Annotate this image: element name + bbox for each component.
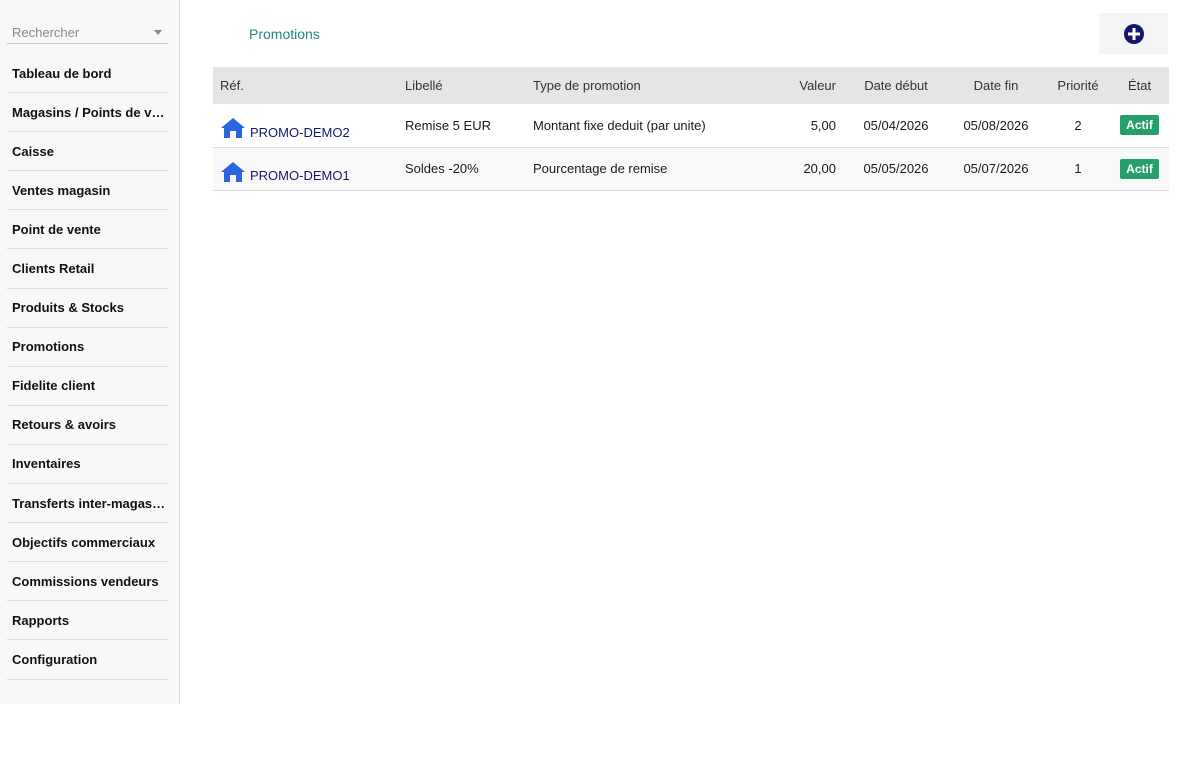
table-row[interactable]: PROMO-DEMO2 Remise 5 EUR Montant fixe de… <box>213 104 1169 147</box>
search-box[interactable] <box>7 20 168 44</box>
priorite-cell: 1 <box>1074 161 1082 176</box>
sidebar-item-produits-stocks[interactable]: Produits & Stocks <box>7 289 168 328</box>
sidebar-item-tableau-de-bord[interactable]: Tableau de bord <box>7 54 168 94</box>
sidebar-item-label: Clients Retail <box>12 261 95 277</box>
ref-cell: PROMO-DEMO2 <box>213 104 398 147</box>
sidebar-item-label: Ventes magasin <box>12 182 111 198</box>
chevron-down-icon[interactable] <box>154 30 162 35</box>
sidebar-item-ventes-magasin[interactable]: Ventes magasin <box>7 171 168 211</box>
sidebar-item-label: Rapports <box>12 612 70 628</box>
date-debut-cell: 05/04/2026 <box>863 117 929 133</box>
sidebar-item-inventaires[interactable]: Inventaires <box>7 445 168 485</box>
sidebar-menu: Tableau de bord Magasins / Points de ven… <box>7 54 168 680</box>
sidebar-item-clients-retail[interactable]: Clients Retail <box>7 249 168 289</box>
column-header-etat[interactable]: État <box>1110 67 1169 104</box>
sidebar-item-label: Configuration <box>12 651 98 667</box>
column-header-date-debut[interactable]: Date début <box>846 67 946 104</box>
ref-link[interactable]: PROMO-DEMO1 <box>250 160 350 183</box>
date-fin-cell: 05/07/2026 <box>963 161 1029 176</box>
type-cell: Pourcentage de remise <box>533 161 668 176</box>
sidebar: Tableau de bord Magasins / Points de ven… <box>0 0 180 704</box>
promotions-table: Réf. Libellé Type de promotion Valeur Da… <box>213 67 1169 191</box>
sidebar-item-label: Transferts inter-magasins <box>12 495 167 511</box>
column-header-libelle[interactable]: Libellé <box>398 67 526 104</box>
sidebar-item-label: Produits & Stocks <box>12 300 124 316</box>
sidebar-item-objectifs[interactable]: Objectifs commerciaux <box>7 523 168 563</box>
sidebar-item-label: Commissions vendeurs <box>12 573 159 589</box>
sidebar-item-promotions[interactable]: Promotions <box>7 328 168 367</box>
ref-link[interactable]: PROMO-DEMO2 <box>250 117 350 140</box>
sidebar-item-magasins[interactable]: Magasins / Points de vente <box>7 93 168 133</box>
date-debut-cell: 05/05/2026 <box>863 161 929 176</box>
sidebar-item-label: Promotions <box>12 339 85 355</box>
house-icon <box>221 118 245 139</box>
sidebar-item-configuration[interactable]: Configuration <box>7 640 168 680</box>
sidebar-item-label: Point de vente <box>12 221 101 237</box>
etat-cell: Actif <box>1110 104 1169 147</box>
valeur-cell: 5,00 <box>810 117 836 133</box>
column-header-date-fin[interactable]: Date fin <box>946 67 1046 104</box>
sidebar-item-rapports[interactable]: Rapports <box>7 601 168 641</box>
search-input[interactable] <box>12 23 147 41</box>
sidebar-item-label: Objectifs commerciaux <box>12 534 156 550</box>
column-header-ref[interactable]: Réf. <box>213 67 398 104</box>
priorite-cell: 2 <box>1074 117 1082 133</box>
column-header-type[interactable]: Type de promotion <box>526 67 736 104</box>
ref-cell: PROMO-DEMO1 <box>213 147 398 190</box>
sidebar-item-retours-avoirs[interactable]: Retours & avoirs <box>7 406 168 445</box>
sidebar-item-label: Fidelite client <box>12 378 96 394</box>
add-promotion-button[interactable] <box>1099 13 1168 54</box>
sidebar-item-point-de-vente[interactable]: Point de vente <box>7 210 168 250</box>
sidebar-item-label: Inventaires <box>12 456 81 472</box>
etat-cell: Actif <box>1110 147 1169 190</box>
sidebar-item-fidelite-client[interactable]: Fidelite client <box>7 367 168 406</box>
sidebar-item-transferts[interactable]: Transferts inter-magasins <box>7 484 168 524</box>
sidebar-item-commissions[interactable]: Commissions vendeurs <box>7 562 168 602</box>
sidebar-item-caisse[interactable]: Caisse <box>7 132 168 172</box>
sidebar-item-label: Tableau de bord <box>12 65 112 81</box>
sidebar-item-label: Retours & avoirs <box>12 417 117 433</box>
plus-circle-icon <box>1123 23 1144 44</box>
libelle-cell: Remise 5 EUR <box>405 117 491 133</box>
house-icon <box>221 161 245 182</box>
sidebar-item-label: Caisse <box>12 143 54 159</box>
type-cell: Montant fixe deduit (par unite) <box>533 117 706 133</box>
sidebar-item-label: Magasins / Points de vente <box>12 104 167 120</box>
table-row[interactable]: PROMO-DEMO1 Soldes -20% Pourcentage de r… <box>213 147 1169 190</box>
page-title: Promotions <box>249 26 320 42</box>
column-header-priorite[interactable]: Priorité <box>1046 67 1110 104</box>
column-header-valeur[interactable]: Valeur <box>736 67 846 104</box>
libelle-cell: Soldes -20% <box>405 161 479 176</box>
date-fin-cell: 05/08/2026 <box>963 117 1029 133</box>
status-badge: Actif <box>1120 158 1159 179</box>
status-badge: Actif <box>1120 115 1159 136</box>
valeur-cell: 20,00 <box>803 161 836 176</box>
table-header-row: Réf. Libellé Type de promotion Valeur Da… <box>213 67 1169 104</box>
